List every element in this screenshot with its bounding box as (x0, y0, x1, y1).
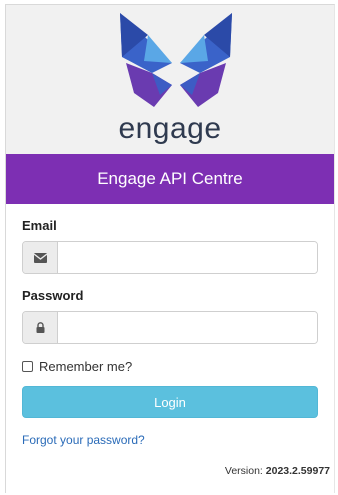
logo-area: engage (6, 5, 334, 154)
app-title-banner: Engage API Centre (6, 154, 334, 204)
page-title: Engage API Centre (97, 169, 243, 188)
remember-me-checkbox[interactable] (22, 361, 33, 372)
butterfly-logo (120, 13, 232, 107)
version-label: Version: (224, 465, 263, 477)
email-label: Email (22, 218, 57, 233)
password-label: Password (22, 288, 84, 303)
login-button[interactable]: Login (22, 386, 318, 418)
remember-me-row: Remember me? (22, 359, 318, 374)
remember-me-label[interactable]: Remember me? (39, 359, 132, 374)
envelope-icon (23, 242, 58, 273)
forgot-password-link[interactable]: Forgot your password? (22, 433, 318, 447)
password-field[interactable] (58, 312, 317, 343)
login-form: Email Password Remember me? Login Forgot… (6, 218, 334, 447)
email-input-group (22, 241, 318, 274)
password-input-group (22, 311, 318, 344)
login-card: engage Engage API Centre Email Password (5, 4, 335, 493)
engage-wordmark: engage (118, 112, 222, 145)
lock-icon (23, 312, 58, 343)
version-info: Version: 2023.2.59977 (225, 465, 330, 477)
email-field[interactable] (58, 242, 317, 273)
version-number: 2023.2.59977 (265, 465, 330, 477)
